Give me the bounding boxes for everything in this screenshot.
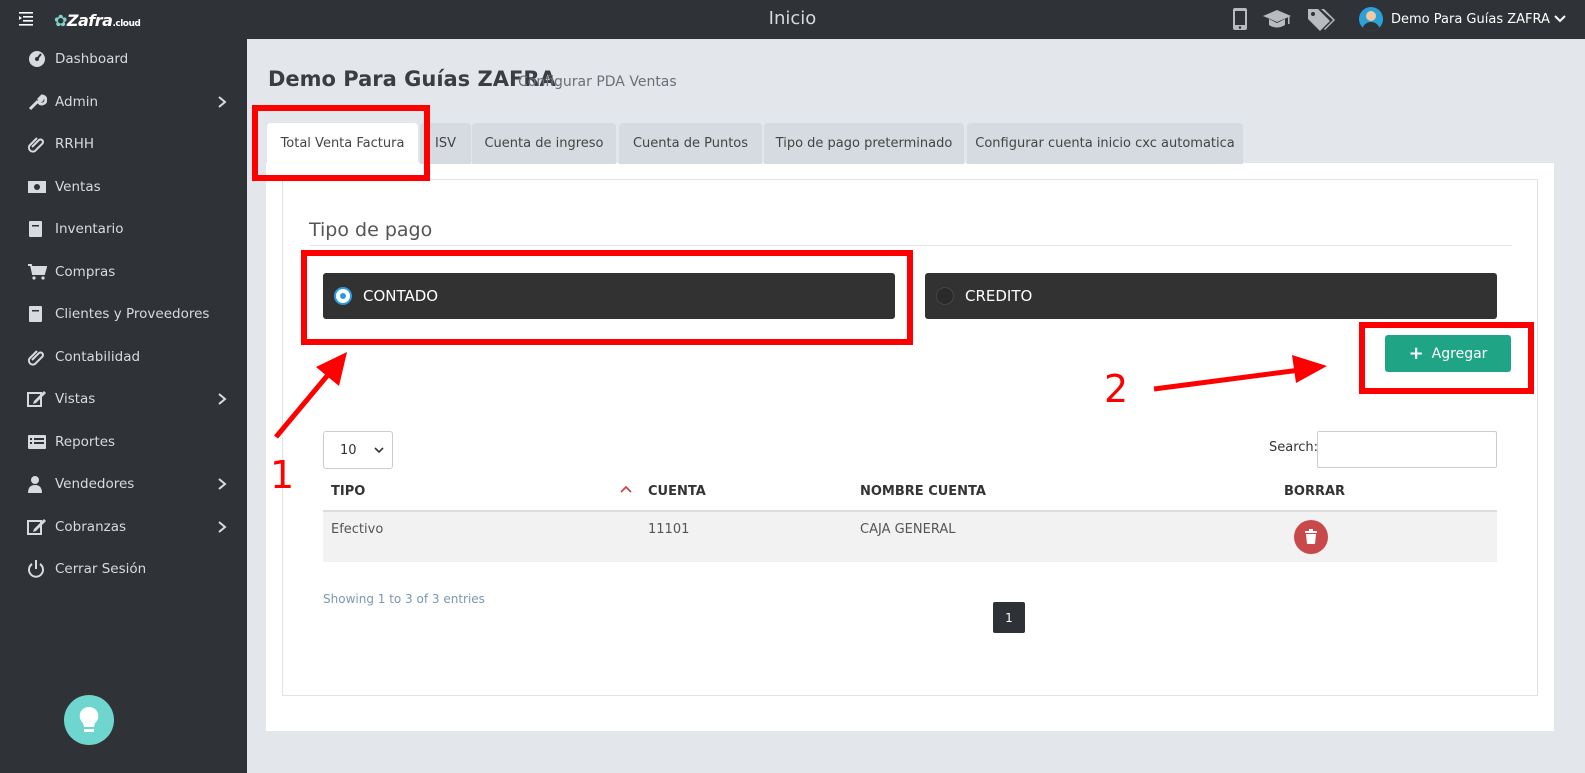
annotation-arrow-2-icon: [1153, 355, 1327, 392]
annotation-arrow-1-icon: [274, 352, 347, 439]
annotation-arrows: [274, 352, 1327, 439]
